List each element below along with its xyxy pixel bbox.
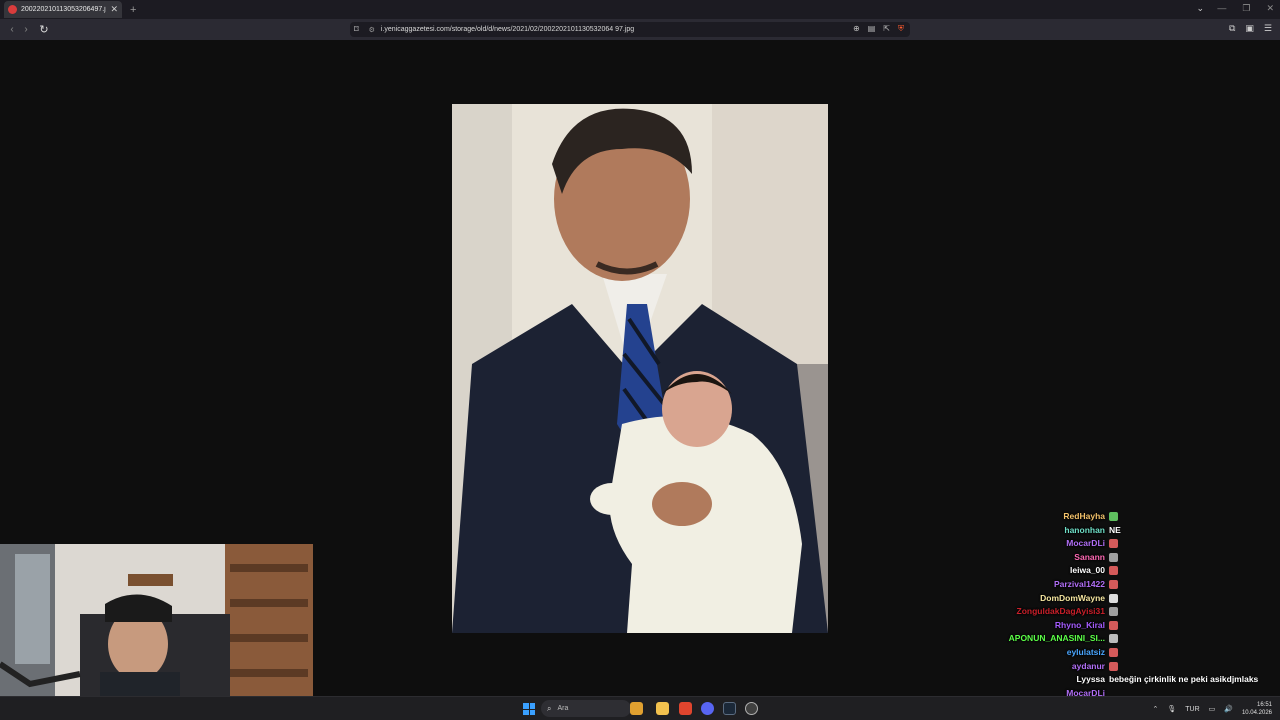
network-icon[interactable]: ▭ xyxy=(1209,705,1216,713)
tab-list-chevron-down-icon[interactable]: ⌄ xyxy=(1196,3,1204,14)
browser-tab[interactable]: 20022021011305320649​7.jpg (J... ✕ xyxy=(4,1,122,18)
bookmark-icon[interactable]: ⌑ xyxy=(354,24,359,35)
reader-view-icon[interactable]: ▤ xyxy=(868,24,876,34)
maximize-icon[interactable]: ❐ xyxy=(1242,3,1250,14)
chat-username[interactable]: RedHayha xyxy=(1063,511,1105,523)
obs-icon[interactable] xyxy=(745,702,758,715)
tab-strip: 20022021011305320649​7.jpg (J... ✕ + ⌄ —… xyxy=(0,0,1280,19)
chat-username[interactable]: hanonhan xyxy=(1064,525,1105,537)
chat-emote-icon xyxy=(1109,539,1118,549)
chat-emote-icon xyxy=(1109,566,1118,576)
search-placeholder: Ara xyxy=(557,705,569,712)
new-tab-icon[interactable]: + xyxy=(130,4,136,16)
chevron-up-icon[interactable]: ⌃ xyxy=(1152,705,1158,713)
toolbar-right: ⧉ ▣ ☰ xyxy=(1229,23,1272,34)
clock-date: 10.04.2026 xyxy=(1241,710,1272,716)
chat-username[interactable]: MocarDLi xyxy=(1066,538,1105,550)
chat-emote-icon xyxy=(1109,607,1118,617)
chat-emote-icon xyxy=(1109,512,1118,521)
menu-icon[interactable]: ☰ xyxy=(1264,23,1272,34)
chat-username[interactable]: ZonguldakDagAyisi31 xyxy=(1017,606,1105,618)
chat-username[interactable]: leiwa_00 xyxy=(1070,565,1105,577)
chat-username[interactable]: Parzival1422 xyxy=(1054,579,1105,591)
extensions-icon[interactable]: ⧉ xyxy=(1229,23,1235,34)
sidebar-icon[interactable]: ▣ xyxy=(1245,23,1254,34)
chat-message: NE xyxy=(1109,524,1121,535)
chat-username[interactable]: aydanur xyxy=(1072,661,1105,673)
stream-chat: RedHayha hanonhan NE MocarDLi Sanann leiwa_00… xyxy=(940,500,1280,710)
address-bar[interactable]: ⌑ ⚙ i.yenicaggazetesi.com/storage/old/d/… xyxy=(350,22,910,37)
window-controls: — ❐ ✕ xyxy=(1217,3,1274,14)
address-bar-actions: ⊕ ▤ ⇱ ⛨ xyxy=(853,24,904,34)
webcam-illustration xyxy=(0,544,313,720)
start-button[interactable] xyxy=(523,703,535,715)
back-icon[interactable]: ‹ xyxy=(5,24,19,35)
webcam-overlay xyxy=(0,544,313,720)
taskbar-search[interactable]: ⌕ Ara xyxy=(541,700,631,717)
chat-username[interactable]: eylulatsiz xyxy=(1067,647,1105,659)
tab-title: 20022021011305320649​7.jpg (J... xyxy=(21,6,107,13)
brave-shield-icon[interactable]: ⛨ xyxy=(898,24,904,34)
chat-username[interactable]: Rhyno_Kiral xyxy=(1055,620,1105,632)
discord-icon[interactable] xyxy=(701,702,714,715)
brave-browser-icon[interactable] xyxy=(679,702,692,715)
share-icon[interactable]: ⇱ xyxy=(883,24,890,34)
forward-icon[interactable]: › xyxy=(19,24,33,35)
microphone-icon[interactable]: 🎙 xyxy=(1167,705,1176,713)
search-icon: ⌕ xyxy=(547,703,552,713)
minimize-icon[interactable]: — xyxy=(1217,3,1226,14)
chat-emote-icon xyxy=(1109,593,1118,603)
chat-message: bebeğin çirkinlik ne peki asikdjmlaks xyxy=(1109,674,1259,685)
close-window-icon[interactable]: ✕ xyxy=(1266,3,1274,14)
close-tab-icon[interactable]: ✕ xyxy=(110,5,118,14)
system-tray: ⌃ 🎙 TUR ▭ 🔊 16:51 10.04.2026 xyxy=(1152,701,1272,717)
chat-emote-icon xyxy=(1109,634,1118,644)
chat-emote-icon xyxy=(1109,648,1118,657)
windows-taskbar: ⌕ Ara ⌃ 🎙 TUR ▭ 🔊 16:51 10.04.2026 xyxy=(0,696,1280,720)
chat-username[interactable]: DomDomWayne xyxy=(1040,593,1105,605)
clock-time: 16:51 xyxy=(1256,702,1272,708)
file-explorer-icon[interactable] xyxy=(656,702,669,715)
chat-emote-icon xyxy=(1109,580,1118,589)
chat-username[interactable]: Lyyssa xyxy=(1076,674,1105,686)
reload-icon[interactable]: ↻ xyxy=(37,23,51,36)
crown-app-icon[interactable] xyxy=(630,702,643,715)
site-info-icon[interactable]: ⚙ xyxy=(369,26,375,34)
chat-emote-icon xyxy=(1109,552,1118,562)
favicon-icon xyxy=(8,5,17,14)
chat-username[interactable]: APONUN_ANASINI_SI... xyxy=(1009,633,1105,645)
chat-emote-icon xyxy=(1109,620,1118,630)
browser-toolbar: ‹ › ↻ ⌑ ⚙ i.yenicaggazetesi.com/storage/… xyxy=(0,19,1280,40)
chat-username[interactable]: Sanann xyxy=(1074,552,1105,564)
chat-emote-icon xyxy=(1109,661,1118,671)
clock[interactable]: 16:51 10.04.2026 xyxy=(1242,701,1272,717)
url-text[interactable]: i.yenicaggazetesi.com/storage/old/d/news… xyxy=(381,26,634,33)
news-photo xyxy=(452,104,828,633)
zoom-icon[interactable]: ⊕ xyxy=(853,24,860,34)
volume-icon[interactable]: 🔊 xyxy=(1224,705,1233,713)
steam-icon[interactable] xyxy=(723,702,736,715)
language-indicator[interactable]: TUR xyxy=(1185,706,1199,713)
photo-illustration xyxy=(452,104,828,633)
